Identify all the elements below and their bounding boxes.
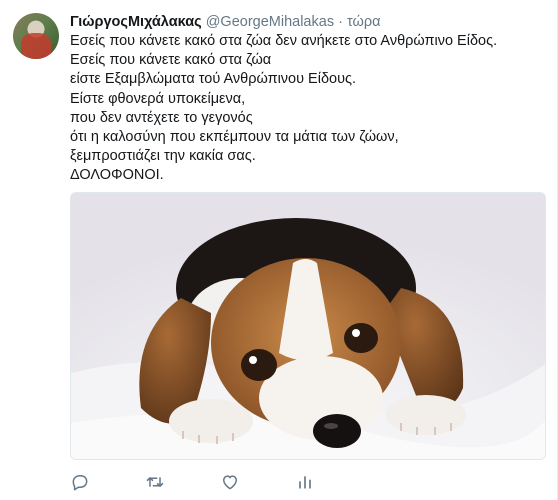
- tweet-timestamp[interactable]: τώρα: [347, 14, 380, 30]
- tweet-text-line: είστε Εξαμβλώματα τού Ανθρώπινου Είδους.: [70, 71, 357, 88]
- analytics-icon[interactable]: [295, 472, 317, 494]
- tweet-text-line: Είστε φθονερά υποκείμενα,: [70, 90, 246, 107]
- tweet-actions: [70, 472, 370, 494]
- tweet-text-line: Εσείς που κάνετε κακό στα ζώα: [70, 52, 272, 69]
- author-name[interactable]: ΓιώργοςΜιχάλακας: [70, 14, 202, 30]
- tweet-card: ΓιώργοςΜιχάλακας @GeorgeMihalakas · τώρα…: [0, 0, 558, 500]
- tweet-text: Εσείς που κάνετε κακό στα ζώα δεν ανήκετ…: [70, 32, 497, 186]
- header-separator: ·: [338, 14, 343, 30]
- retweet-icon[interactable]: [145, 472, 167, 494]
- tweet-text-line: που δεν αντέχετε το γεγονός: [70, 109, 253, 126]
- like-icon[interactable]: [220, 472, 242, 494]
- reply-icon[interactable]: [70, 472, 92, 494]
- avatar[interactable]: [13, 13, 59, 59]
- tweet-text-line: ότι η καλοσύνη που εκπέμπουν τα μάτια τω…: [70, 129, 399, 146]
- puppy-image: [71, 193, 545, 459]
- author-handle[interactable]: @GeorgeMihalakas: [206, 14, 334, 30]
- tweet-header: ΓιώργοςΜιχάλακας @GeorgeMihalakas · τώρα: [70, 13, 380, 31]
- tweet-text-line: ΔΟΛΟΦΟΝΟΙ.: [70, 167, 164, 184]
- tweet-text-line: ξεμπροστιάζει την κακία σας.: [70, 148, 256, 165]
- tweet-photo[interactable]: [70, 192, 546, 460]
- tweet-text-line: Εσείς που κάνετε κακό στα ζώα δεν ανήκετ…: [70, 33, 498, 49]
